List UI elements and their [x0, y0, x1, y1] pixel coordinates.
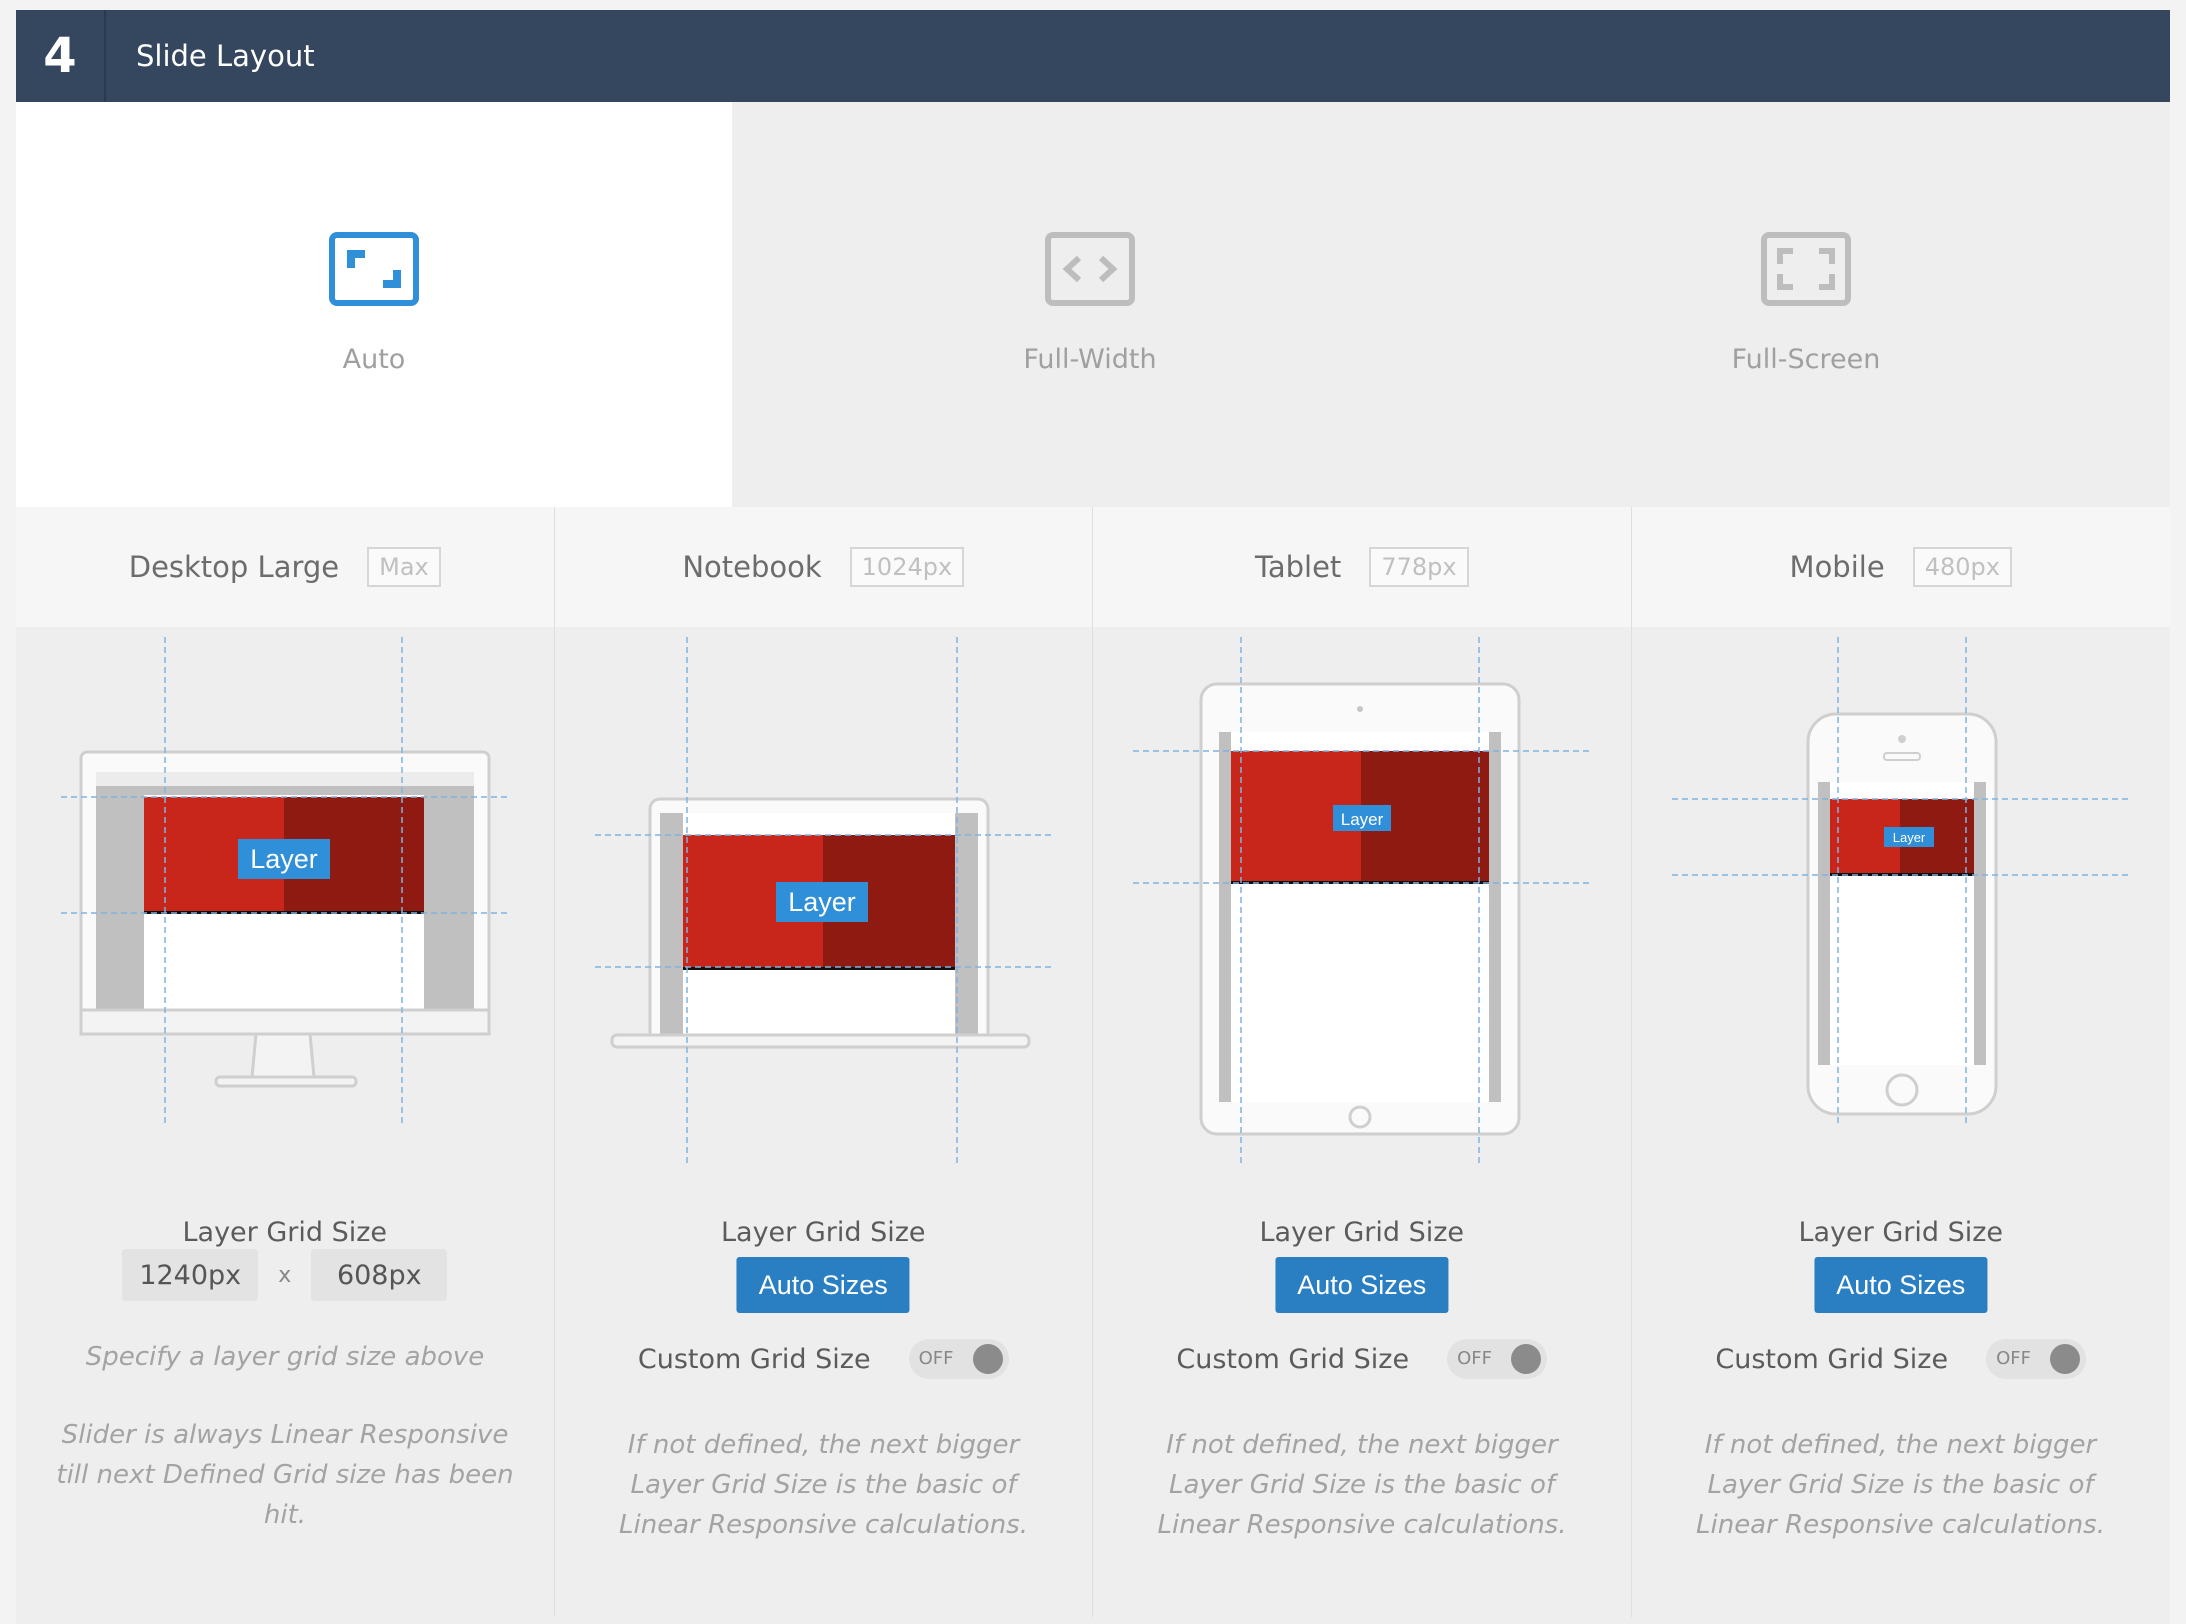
responsive-note: If not defined, the next bigger Layer Gr…	[1157, 1430, 1567, 1540]
toggle-state: OFF	[1996, 1348, 2031, 1369]
grid-size-label: Layer Grid Size	[182, 1217, 388, 1248]
full-width-icon	[1045, 232, 1135, 306]
device-header: Desktop Large Max	[16, 507, 554, 627]
custom-grid-label: Custom Grid Size	[637, 1343, 871, 1375]
custom-grid-toggle[interactable]: OFF	[1986, 1339, 2087, 1379]
layout-option-label: Auto	[342, 344, 406, 375]
step-number: 4	[16, 10, 106, 102]
grid-size-label: Layer Grid Size	[1259, 1217, 1465, 1248]
device-width-tag: 480px	[1912, 547, 2012, 587]
grid-height-input[interactable]: 608px	[311, 1249, 448, 1301]
notebook-icon: Layer	[594, 637, 1055, 1167]
custom-grid-label: Custom Grid Size	[1176, 1343, 1410, 1375]
custom-grid-toggle[interactable]: OFF	[908, 1339, 1009, 1379]
notebook-illustration: Layer	[555, 627, 1093, 1187]
layer-badge: Layer	[1892, 830, 1925, 845]
device-name: Desktop Large	[128, 550, 340, 584]
layout-option-full-width[interactable]: Full-Width	[732, 102, 1448, 507]
custom-grid-row: Custom Grid Size OFF	[555, 1339, 1093, 1379]
layout-option-full-screen[interactable]: Full-Screen	[1448, 102, 2164, 507]
device-header: Tablet 778px	[1093, 507, 1631, 627]
custom-grid-label: Custom Grid Size	[1715, 1343, 1949, 1375]
responsive-note: If not defined, the next bigger Layer Gr…	[619, 1430, 1028, 1540]
layer-badge: Layer	[788, 887, 856, 917]
desktop-illustration: Layer	[16, 627, 554, 1187]
auto-sizes-button[interactable]: Auto Sizes	[1275, 1257, 1449, 1313]
layer-badge: Layer	[250, 844, 318, 874]
toggle-state: OFF	[1457, 1348, 1492, 1369]
auto-sizes-button[interactable]: Auto Sizes	[1814, 1257, 1988, 1313]
custom-grid-toggle[interactable]: OFF	[1447, 1339, 1548, 1379]
toggle-knob	[2050, 1344, 2081, 1374]
device-columns: Desktop Large Max Layer Layer Grid Size …	[16, 507, 2170, 1617]
slide-layout-panel: 4 Slide Layout Auto Full-Width Full-Scre…	[16, 10, 2170, 1624]
layout-option-label: Full-Width	[1023, 344, 1157, 375]
grid-size-label: Layer Grid Size	[720, 1217, 926, 1248]
device-header: Notebook 1024px	[554, 507, 1092, 627]
responsive-note: Slider is always Linear Responsive till …	[56, 1420, 514, 1530]
grid-size-label: Layer Grid Size	[1798, 1217, 2004, 1248]
layout-option-label: Full-Screen	[1731, 344, 1881, 375]
auto-sizes-button[interactable]: Auto Sizes	[736, 1257, 910, 1313]
full-screen-icon	[1761, 232, 1851, 306]
device-width-tag: 1024px	[849, 547, 965, 587]
custom-grid-row: Custom Grid Size OFF	[1632, 1339, 2171, 1379]
layer-badge: Layer	[1341, 810, 1384, 829]
auto-layout-icon	[329, 232, 419, 306]
mobile-illustration: Layer	[1632, 627, 2170, 1187]
device-width-tag: 778px	[1369, 547, 1469, 587]
desktop-icon: Layer	[61, 637, 511, 1127]
layout-options: Auto Full-Width Full-Screen	[16, 102, 2170, 507]
size-separator: x	[278, 1262, 292, 1288]
custom-grid-row: Custom Grid Size OFF	[1093, 1339, 1631, 1379]
tablet-illustration: Layer	[1093, 627, 1631, 1187]
device-name: Tablet	[1254, 550, 1342, 584]
grid-size-inputs: 1240px x 608px	[16, 1249, 554, 1301]
section-title: Slide Layout	[136, 39, 315, 73]
device-width-tag: Max	[367, 547, 441, 587]
device-column-notebook: Notebook 1024px Layer Layer Grid Size Au…	[554, 507, 1093, 1617]
device-column-tablet: Tablet 778px Layer Layer Grid Size Auto …	[1093, 507, 1632, 1617]
toggle-knob	[972, 1344, 1003, 1374]
grid-width-input[interactable]: 1240px	[122, 1249, 259, 1301]
section-header: 4 Slide Layout	[16, 10, 2170, 102]
grid-size-hint: Specify a layer grid size above	[85, 1342, 485, 1372]
layout-option-auto[interactable]: Auto	[16, 102, 732, 507]
device-column-mobile: Mobile 480px Layer Layer Grid Size Auto …	[1631, 507, 2171, 1617]
device-name: Notebook	[682, 550, 822, 584]
device-name: Mobile	[1789, 550, 1885, 584]
tablet-icon: Layer	[1133, 637, 1593, 1167]
mobile-icon: Layer	[1671, 637, 2132, 1127]
device-header: Mobile 480px	[1631, 507, 2170, 627]
toggle-state: OFF	[918, 1348, 954, 1369]
device-column-desktop: Desktop Large Max Layer Layer Grid Size …	[16, 507, 555, 1617]
toggle-knob	[1511, 1344, 1542, 1374]
responsive-note: If not defined, the next bigger Layer Gr…	[1696, 1430, 2105, 1540]
